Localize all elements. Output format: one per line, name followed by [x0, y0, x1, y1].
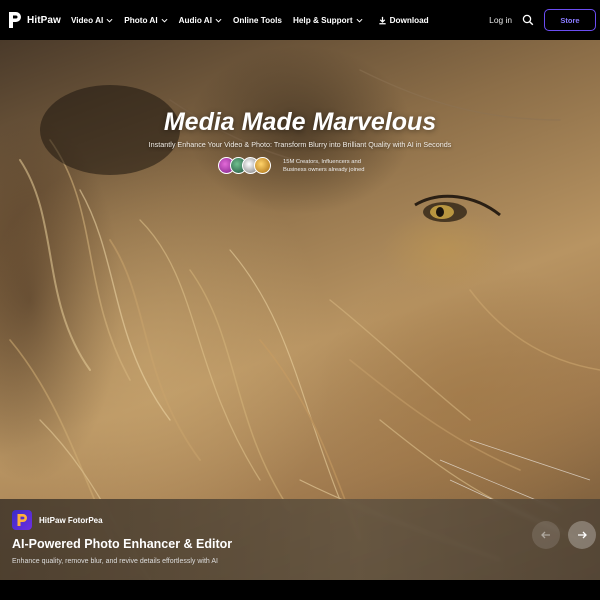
social-proof-text: 15M Creators, Influencers and Business o… — [283, 158, 365, 173]
main-menu: Video AI Photo AI Audio AI Online Tools … — [71, 16, 429, 25]
search-icon[interactable] — [522, 14, 534, 26]
chevron-down-icon — [161, 18, 168, 23]
fotorpea-app-icon — [12, 510, 32, 530]
store-button[interactable]: Store — [544, 9, 596, 31]
nav-audio-ai-label: Audio AI — [178, 15, 212, 25]
hitpaw-logo-icon — [8, 11, 22, 29]
nav-download[interactable]: Download — [378, 16, 429, 25]
feature-title: AI-Powered Photo Enhancer & Editor — [12, 537, 233, 551]
app-name: HitPaw FotorPea — [39, 515, 103, 525]
arrow-right-icon — [578, 531, 587, 539]
nav-help-support[interactable]: Help & Support — [293, 16, 363, 25]
download-icon — [378, 16, 386, 24]
nav-download-label: Download — [389, 15, 429, 25]
nav-help-support-label: Help & Support — [292, 15, 353, 25]
page-bottom-strip — [0, 580, 600, 600]
social-proof: 15M Creators, Influencers and Business o… — [218, 157, 383, 174]
arrow-left-icon — [541, 531, 550, 539]
brand-logo[interactable]: HitPaw — [8, 11, 61, 29]
nav-photo-ai[interactable]: Photo AI — [124, 15, 168, 25]
nav-audio-ai[interactable]: Audio AI — [179, 16, 222, 25]
carousel-prev-button[interactable] — [532, 521, 560, 549]
feature-description: Enhance quality, remove blur, and revive… — [12, 558, 218, 565]
login-link[interactable]: Log in — [489, 15, 512, 25]
chevron-down-icon — [106, 18, 113, 23]
avatar — [254, 157, 271, 174]
nav-online-tools-label: Online Tools — [232, 15, 282, 25]
feature-card[interactable]: HitPaw FotorPea AI-Powered Photo Enhance… — [0, 499, 600, 580]
brand-name: HitPaw — [27, 14, 61, 26]
chevron-down-icon — [215, 18, 222, 23]
hero-subtitle: Instantly Enhance Your Video & Photo: Tr… — [148, 140, 452, 149]
nav-online-tools[interactable]: Online Tools — [233, 16, 282, 25]
carousel-next-button[interactable] — [568, 521, 596, 549]
nav-video-ai-label: Video AI — [70, 15, 104, 25]
chevron-down-icon — [356, 18, 363, 23]
top-nav: HitPaw Video AI Photo AI Audio AI Online… — [0, 0, 600, 40]
nav-video-ai[interactable]: Video AI — [71, 16, 113, 25]
hero-title: Media Made Marvelous — [163, 108, 437, 136]
nav-photo-ai-label: Photo AI — [124, 15, 158, 25]
app-badge: HitPaw FotorPea — [12, 510, 103, 530]
avatar-group — [218, 157, 271, 174]
nav-right: Log in Store — [489, 9, 596, 31]
